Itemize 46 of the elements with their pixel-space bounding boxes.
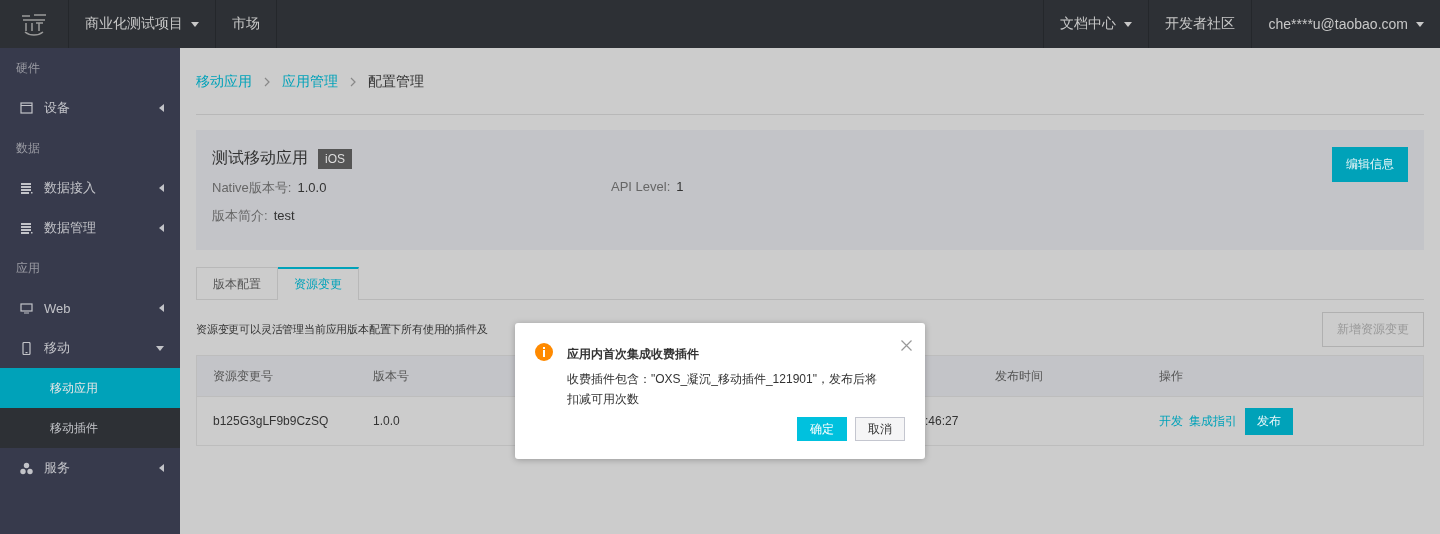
section-title: 数据 bbox=[15, 140, 41, 157]
sidebar-item[interactable]: 数据管理 bbox=[0, 208, 180, 248]
platform-badge: iOS bbox=[318, 148, 352, 169]
section-title: 硬件 bbox=[15, 60, 41, 77]
column-header: 发布时间 bbox=[994, 367, 1044, 385]
window-icon bbox=[20, 101, 33, 115]
field-value: 1.0.0 bbox=[297, 180, 327, 195]
chevron-right-icon bbox=[350, 77, 356, 87]
header-menu[interactable]: 开发者社区 bbox=[1148, 0, 1252, 48]
cluster-icon bbox=[20, 461, 33, 475]
monitor-icon bbox=[20, 301, 33, 315]
chevron-right-icon bbox=[264, 77, 270, 87]
breadcrumb-current: 配置管理 bbox=[368, 73, 424, 91]
cancel-button[interactable]: 取消 bbox=[855, 417, 905, 441]
list-icon bbox=[20, 221, 33, 235]
phone-icon bbox=[20, 341, 33, 355]
sidebar-item[interactable]: 设备 bbox=[0, 88, 180, 128]
table-cell-text: 1.0.0 bbox=[372, 414, 401, 428]
close-icon[interactable] bbox=[901, 340, 912, 351]
sidebar-item[interactable]: Web bbox=[0, 288, 180, 328]
field-label: 版本简介: bbox=[212, 208, 268, 223]
header-menu[interactable]: 文档中心 bbox=[1043, 0, 1149, 48]
table-cell-text: b125G3gLF9b9CzSQ bbox=[212, 414, 330, 428]
column-header: 操作 bbox=[1158, 367, 1184, 385]
column-header: 资源变更号 bbox=[212, 367, 274, 385]
description-text: 资源变更可以灵活管理当前应用版本配置下所有使用的插件及 bbox=[196, 321, 488, 337]
dialog-title: 应用内首次集成收费插件 bbox=[567, 346, 700, 363]
sidebar-item[interactable]: 服务 bbox=[0, 448, 180, 488]
dialog-message: 收费插件包含："OXS_凝沉_移动插件_121901"，发布后将扣减可用次数 bbox=[567, 371, 878, 408]
field-label: Native版本号: bbox=[212, 180, 292, 195]
app-name: 测试移动应用 bbox=[212, 148, 308, 168]
info-icon bbox=[535, 343, 553, 361]
field-value: test bbox=[273, 208, 295, 223]
logo-icon bbox=[20, 12, 48, 36]
section-title: 应用 bbox=[15, 260, 41, 277]
caret-icon bbox=[191, 21, 199, 27]
sidebar-item[interactable]: 数据接入 bbox=[0, 168, 180, 208]
sidebar-item[interactable]: 移动 bbox=[0, 328, 180, 368]
column-header: 版本号 bbox=[372, 367, 410, 385]
sidebar-subitem[interactable]: 移动插件 bbox=[0, 408, 180, 448]
field-value: 1 bbox=[676, 179, 684, 194]
nav-link[interactable]: 市场 bbox=[216, 0, 277, 48]
header-menu[interactable]: che****u@taobao.com bbox=[1251, 0, 1440, 48]
list-icon bbox=[20, 181, 33, 195]
table-cell-text: :46:27 bbox=[925, 414, 960, 428]
field-label: API Level: bbox=[611, 179, 671, 194]
